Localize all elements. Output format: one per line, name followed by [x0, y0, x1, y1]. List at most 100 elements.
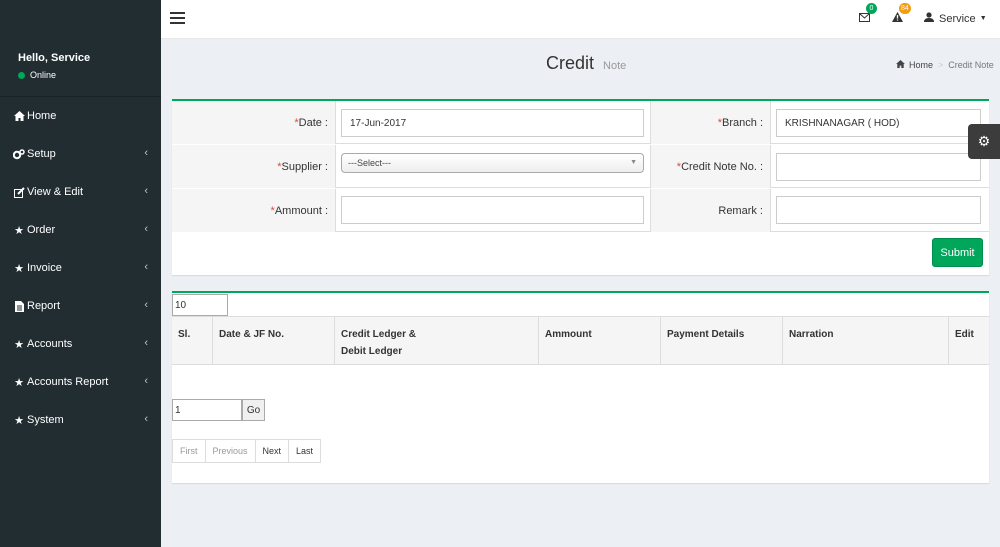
- sidebar-item-system[interactable]: ★ System ‹: [0, 401, 161, 439]
- chevron-left-icon: ‹: [144, 375, 148, 387]
- user-status-label: Online: [30, 70, 57, 80]
- star-icon: ★: [14, 376, 24, 389]
- sidebar-item-label: View & Edit: [27, 186, 84, 198]
- supplier-cell: ---Select--- ▼: [336, 145, 651, 188]
- sidebar-item-label: System: [27, 414, 64, 426]
- branch-label: * Branch :: [651, 101, 771, 144]
- remark-field[interactable]: [776, 196, 981, 224]
- column-header-payment-details[interactable]: Payment Details: [661, 317, 783, 364]
- credit-note-list: 10 Sl. Date & JF No. Credit Ledger & Deb…: [172, 291, 989, 483]
- breadcrumb-current: Credit Note: [948, 60, 994, 70]
- home-icon: [896, 60, 905, 70]
- column-header-ledger-line1: Credit Ledger &: [341, 329, 417, 340]
- chevron-left-icon: ‹: [144, 147, 148, 159]
- star-icon: ★: [14, 414, 24, 427]
- column-header-edit[interactable]: Edit: [949, 317, 989, 364]
- sidebar-item-setup[interactable]: Setup ‹: [0, 135, 161, 173]
- star-icon: ★: [14, 338, 24, 351]
- chevron-left-icon: ‹: [144, 185, 148, 197]
- amount-label-text: Ammount :: [274, 204, 328, 217]
- column-header-sl[interactable]: Sl.: [172, 317, 213, 364]
- credit-note-form: * Date : 17-Jun-2017 * Branch : KRISHNANAG…: [172, 99, 989, 275]
- sidebar: Hello, Service Online Home Setup ‹ View …: [0, 0, 161, 547]
- user-panel: Hello, Service Online: [0, 0, 161, 97]
- table-header-row: Sl. Date & JF No. Credit Ledger & Debit …: [172, 316, 989, 365]
- pagination-last[interactable]: Last: [289, 440, 320, 462]
- online-status-dot-icon: [18, 71, 25, 79]
- messages-count-badge: 0: [866, 3, 877, 14]
- user-menu-dropdown[interactable]: Service ▼: [924, 12, 987, 25]
- user-greeting: Hello, Service: [18, 52, 91, 64]
- supplier-label-text: Supplier :: [281, 160, 328, 173]
- pagination-next[interactable]: Next: [256, 440, 290, 462]
- home-icon: [11, 111, 27, 121]
- amount-cell: [336, 189, 651, 232]
- sidebar-item-label: Report: [27, 300, 61, 312]
- sidebar-item-order[interactable]: ★ Order ‹: [0, 211, 161, 249]
- sidebar-item-home[interactable]: Home: [0, 97, 161, 135]
- page-size-input[interactable]: 10: [172, 294, 228, 316]
- user-menu-label: Service: [939, 12, 976, 25]
- supplier-select-value: ---Select---: [348, 158, 391, 168]
- top-navbar: 0 84 Service ▼: [161, 0, 1000, 39]
- submit-button[interactable]: Submit: [932, 238, 983, 267]
- page-number-input[interactable]: 1: [172, 399, 242, 421]
- sidebar-toggle-icon[interactable]: [170, 12, 185, 24]
- sidebar-item-view-edit[interactable]: View & Edit ‹: [0, 173, 161, 211]
- amount-label: * Ammount :: [172, 189, 336, 232]
- column-header-date-jf[interactable]: Date & JF No.: [213, 317, 335, 364]
- sidebar-item-label: Home: [27, 110, 57, 122]
- user-status: Online: [18, 70, 161, 80]
- edit-icon: [11, 186, 27, 198]
- go-button[interactable]: Go: [242, 399, 265, 421]
- chevron-left-icon: ‹: [144, 223, 148, 235]
- sidebar-item-invoice[interactable]: ★ Invoice ‹: [0, 249, 161, 287]
- pagination-previous[interactable]: Previous: [206, 440, 256, 462]
- credit-note-no-label-text: Credit Note No. :: [681, 160, 763, 173]
- column-header-narration[interactable]: Narration: [783, 317, 949, 364]
- date-field[interactable]: 17-Jun-2017: [341, 109, 644, 137]
- file-icon: [11, 300, 27, 312]
- sidebar-item-label: Setup: [27, 148, 56, 160]
- breadcrumb-home-link[interactable]: Home: [909, 60, 933, 70]
- caret-down-icon: ▼: [979, 15, 987, 22]
- date-label: * Date :: [172, 101, 336, 144]
- gear-icon: ⚙: [977, 133, 991, 149]
- sidebar-item-report[interactable]: Report ‹: [0, 287, 161, 325]
- branch-label-text: Branch :: [722, 116, 763, 129]
- dropdown-arrow-icon: ▼: [630, 159, 637, 166]
- sidebar-item-accounts-report[interactable]: ★ Accounts Report ‹: [0, 363, 161, 401]
- remark-label: Remark :: [651, 189, 771, 232]
- page-subtitle: Note: [603, 60, 627, 72]
- sidebar-item-label: Invoice: [27, 262, 62, 274]
- remark-cell: [771, 189, 989, 232]
- credit-note-no-field[interactable]: [776, 153, 981, 181]
- sidebar-item-label: Accounts Report: [27, 376, 109, 388]
- breadcrumb-separator: >: [938, 60, 944, 70]
- column-header-amount[interactable]: Ammount: [539, 317, 661, 364]
- credit-note-no-cell: [771, 145, 989, 188]
- sidebar-item-label: Accounts: [27, 338, 73, 350]
- star-icon: ★: [14, 262, 24, 275]
- date-label-text: Date :: [298, 116, 328, 129]
- remark-label-text: Remark :: [718, 204, 763, 217]
- sidebar-item-label: Order: [27, 224, 56, 236]
- alerts-count-badge: 84: [899, 3, 911, 14]
- alerts-button[interactable]: 84: [892, 3, 911, 25]
- branch-select-value: KRISHNANAGAR ( HOD): [785, 117, 900, 129]
- supplier-select[interactable]: ---Select--- ▼: [341, 153, 644, 173]
- column-header-ledger[interactable]: Credit Ledger & Debit Ledger: [335, 317, 539, 364]
- amount-field[interactable]: [341, 196, 644, 224]
- date-cell: 17-Jun-2017: [336, 101, 651, 144]
- messages-button[interactable]: 0: [859, 3, 877, 25]
- branch-select[interactable]: KRISHNANAGAR ( HOD): [776, 109, 981, 137]
- sidebar-item-accounts[interactable]: ★ Accounts ‹: [0, 325, 161, 363]
- settings-gear-button[interactable]: ⚙: [968, 124, 1000, 159]
- chevron-left-icon: ‹: [144, 299, 148, 311]
- user-icon: [924, 12, 934, 25]
- sidebar-menu: Home Setup ‹ View & Edit ‹ ★ Order ‹ ★ I…: [0, 97, 161, 439]
- star-icon: ★: [14, 224, 24, 237]
- supplier-label: * Supplier :: [172, 145, 336, 188]
- page-title: Credit Note: [546, 53, 626, 74]
- pagination-first[interactable]: First: [173, 440, 206, 462]
